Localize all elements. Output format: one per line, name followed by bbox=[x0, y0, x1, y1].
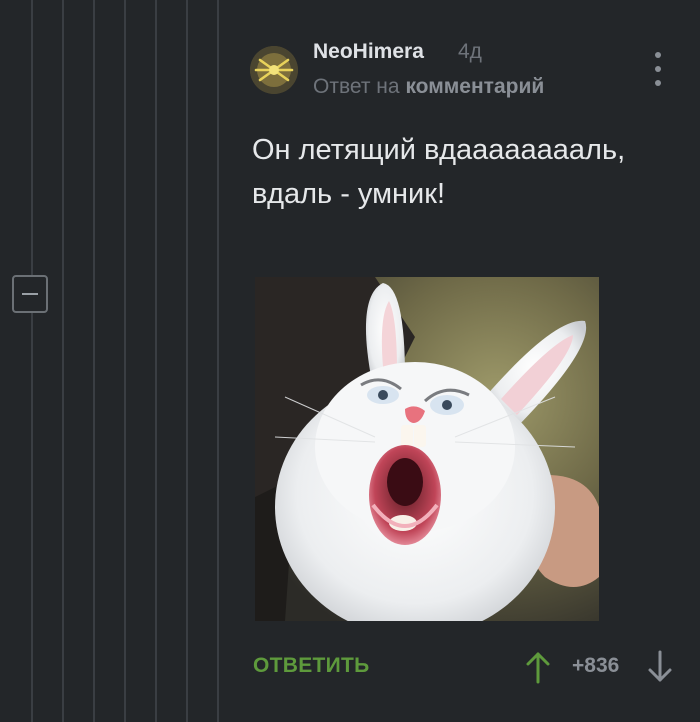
thread-line[interactable] bbox=[186, 0, 188, 722]
arrow-up-icon[interactable] bbox=[524, 650, 552, 684]
thread-line[interactable] bbox=[217, 0, 219, 722]
author-name[interactable]: NeoHimera bbox=[313, 40, 424, 64]
avatar[interactable] bbox=[250, 46, 298, 94]
rating-count: +836 bbox=[572, 654, 620, 677]
thread-line[interactable] bbox=[124, 0, 126, 722]
avatar-image bbox=[250, 46, 298, 94]
thread-line[interactable] bbox=[155, 0, 157, 722]
comment-time: 4д bbox=[458, 40, 482, 63]
parent-comment-link[interactable]: комментарий bbox=[405, 75, 544, 98]
reply-to-info: Ответ на комментарий bbox=[313, 75, 544, 99]
comment-text: Он летящий вдааааааааль, вдаль - умник! bbox=[252, 134, 626, 210]
more-vertical-icon[interactable] bbox=[650, 52, 666, 86]
minus-icon bbox=[22, 293, 38, 295]
arrow-down-icon[interactable] bbox=[646, 650, 674, 684]
reply-button[interactable]: ОТВЕТИТЬ bbox=[253, 654, 370, 678]
thread-line[interactable] bbox=[31, 0, 33, 722]
collapse-thread-button[interactable] bbox=[12, 275, 48, 313]
reply-to-prefix: Ответ на bbox=[313, 75, 400, 98]
rabbit-photo bbox=[255, 277, 599, 621]
thread-line[interactable] bbox=[93, 0, 95, 722]
comment-thread: NeoHimera 4д Ответ на комментарий Он лет… bbox=[0, 0, 700, 722]
thread-line[interactable] bbox=[62, 0, 64, 722]
comment-image[interactable] bbox=[255, 277, 599, 621]
